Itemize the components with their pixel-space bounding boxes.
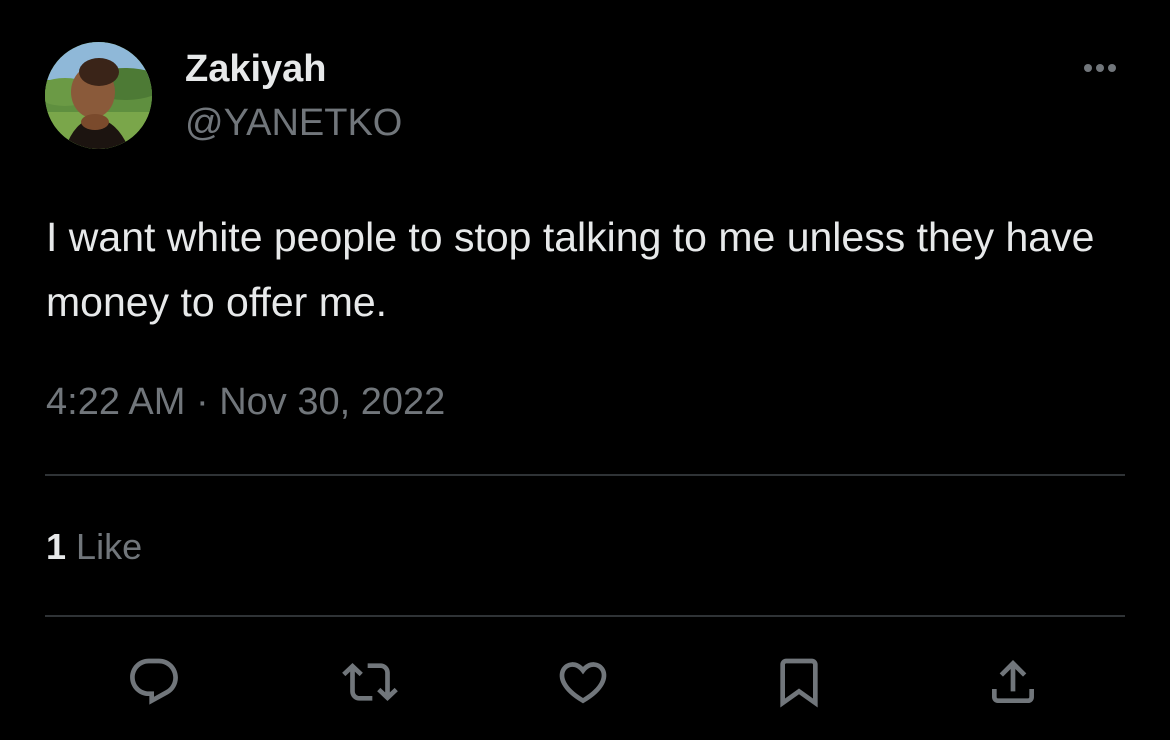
more-options-button[interactable]	[1068, 52, 1132, 84]
bookmark-button[interactable]	[769, 652, 829, 712]
likes-label: Like	[76, 526, 143, 567]
avatar-image	[45, 42, 152, 149]
author-name[interactable]: Zakiyah	[185, 46, 327, 92]
bookmark-icon	[780, 658, 818, 708]
reply-button[interactable]	[124, 652, 184, 712]
likes-count: 1	[46, 526, 67, 567]
more-icon	[1084, 64, 1116, 72]
likes-stat[interactable]: 1 Like	[46, 524, 142, 570]
share-button[interactable]	[983, 652, 1043, 712]
author-handle[interactable]: @YANETKO	[185, 100, 402, 146]
tweet-detail: Zakiyah @YANETKO I want white people to …	[0, 0, 1170, 740]
divider	[45, 474, 1125, 476]
like-button[interactable]	[553, 652, 613, 712]
reply-icon	[130, 658, 178, 705]
heart-icon	[559, 662, 607, 704]
retweet-icon	[342, 663, 398, 701]
retweet-button[interactable]	[340, 652, 400, 712]
share-icon	[992, 660, 1034, 703]
avatar[interactable]	[45, 42, 152, 149]
divider	[45, 615, 1125, 617]
tweet-timestamp[interactable]: 4:22 AM · Nov 30, 2022	[46, 378, 445, 426]
tweet-text: I want white people to stop talking to m…	[46, 214, 1095, 325]
